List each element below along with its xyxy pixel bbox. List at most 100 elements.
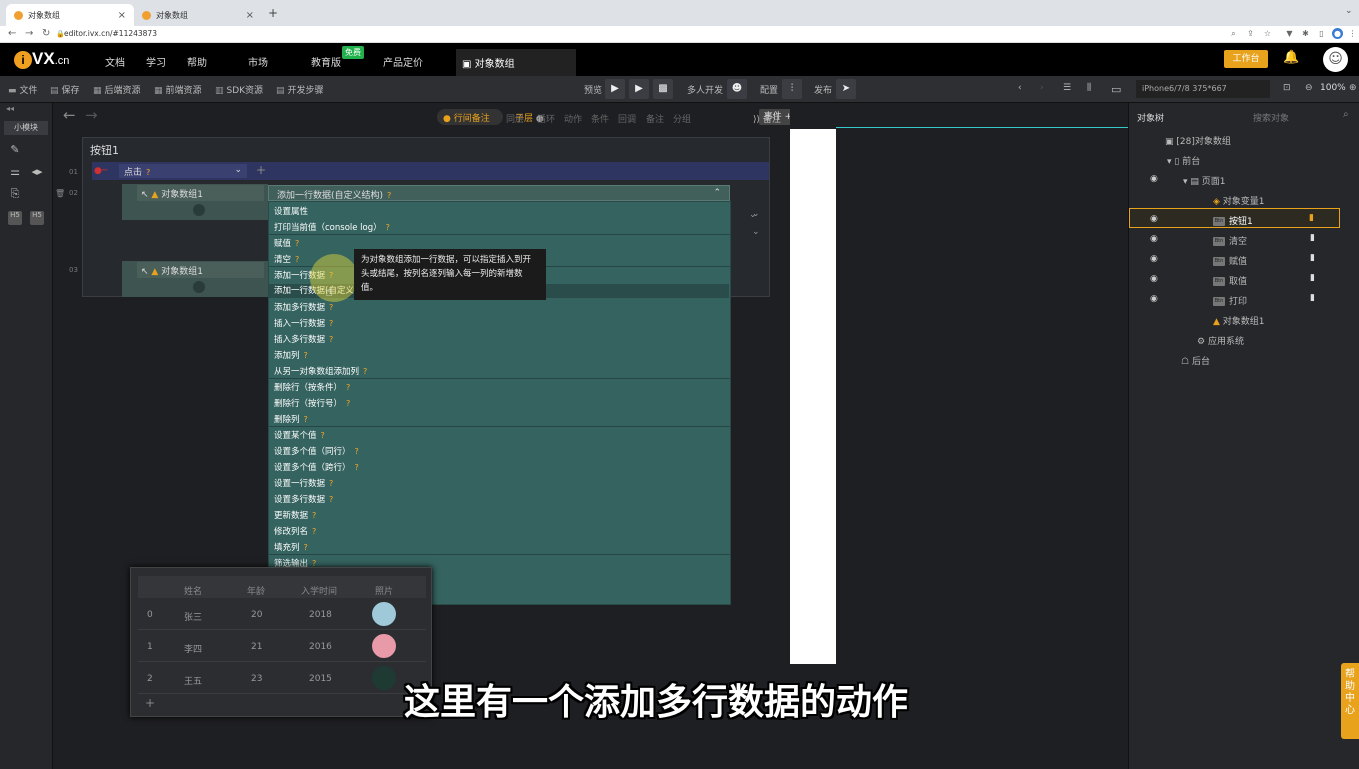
- same-layer-button[interactable]: 同层: [506, 112, 524, 125]
- action-button[interactable]: 动作: [564, 112, 582, 125]
- chevron-right-icon[interactable]: ›: [1040, 83, 1044, 93]
- dropdown-item[interactable]: 添加列?: [274, 349, 308, 361]
- tree-system[interactable]: ⚙ 应用系统: [1197, 334, 1244, 347]
- tab-object-tree[interactable]: 对象树: [1137, 111, 1164, 124]
- zoom-out-icon[interactable]: ⊖: [1305, 83, 1313, 93]
- eye-icon[interactable]: ◉: [1150, 214, 1158, 224]
- dropdown-item[interactable]: 清空?: [274, 253, 299, 265]
- device-canvas[interactable]: [790, 129, 836, 664]
- help-icon[interactable]: ?: [346, 399, 350, 408]
- notes-toggle[interactable]: ⟩⟩ 备注: [753, 112, 781, 125]
- url-field[interactable]: editor.ivx.cn/#11243873: [64, 28, 157, 40]
- bell-icon[interactable]: 🔔: [1283, 50, 1299, 66]
- callback-button[interactable]: 回调: [618, 112, 636, 125]
- help-icon[interactable]: ?: [387, 191, 391, 200]
- help-icon[interactable]: ?: [295, 255, 299, 264]
- play-icon[interactable]: ▶: [605, 79, 625, 99]
- eye-icon[interactable]: ◉: [1150, 294, 1158, 304]
- help-icon[interactable]: ?: [304, 351, 308, 360]
- close-icon[interactable]: ×: [118, 10, 126, 21]
- help-icon[interactable]: ?: [312, 511, 316, 520]
- dropdown-item[interactable]: 设置某个值?: [274, 429, 325, 441]
- undo-icon[interactable]: ←: [63, 106, 76, 124]
- dropdown-item[interactable]: 填充列?: [274, 541, 308, 553]
- sliders-icon[interactable]: ⫶: [782, 79, 802, 99]
- align-icon[interactable]: ☰: [1063, 83, 1071, 93]
- dropdown-item[interactable]: 修改列名?: [274, 525, 316, 537]
- user-icon[interactable]: ☻: [727, 79, 747, 99]
- line-note-toggle[interactable]: ● 行间备注: [437, 109, 503, 125]
- tree-front[interactable]: ▾ ▯ 前台: [1167, 154, 1200, 167]
- eye-icon[interactable]: ◉: [1150, 254, 1158, 264]
- frontend-resources[interactable]: ▦ 前端资源: [154, 83, 202, 96]
- tree-backend[interactable]: ☖ 后台: [1181, 354, 1210, 367]
- h5-icon[interactable]: H5: [30, 211, 44, 225]
- back-icon[interactable]: ←: [8, 26, 16, 42]
- help-icon[interactable]: ?: [295, 239, 299, 248]
- edit-icon[interactable]: ✎: [8, 143, 22, 157]
- dropdown-item[interactable]: 删除列?: [274, 413, 308, 425]
- workbench-button[interactable]: 工作台: [1224, 50, 1268, 68]
- fit-icon[interactable]: ⊡: [1283, 83, 1291, 93]
- dropdown-item[interactable]: 添加多行数据?: [274, 301, 333, 313]
- sidebar-icon[interactable]: ▯: [1316, 28, 1327, 39]
- nav-market[interactable]: 市场: [248, 54, 268, 69]
- sdk-resources[interactable]: ▥ SDK资源: [215, 83, 263, 96]
- nav-education[interactable]: 教育版: [311, 54, 341, 69]
- menu-icon[interactable]: ⋮: [1347, 28, 1358, 39]
- dropdown-item[interactable]: 设置多个值（同行）?: [274, 445, 359, 457]
- redo-icon[interactable]: →: [85, 106, 98, 124]
- backend-resources[interactable]: ▦ 后端资源: [93, 83, 141, 96]
- help-icon[interactable]: ?: [329, 335, 333, 344]
- add-icon[interactable]: +: [256, 163, 266, 177]
- condition-button[interactable]: 条件: [591, 112, 609, 125]
- help-icon[interactable]: ?: [355, 447, 359, 456]
- dropdown-item[interactable]: 插入多行数据?: [274, 333, 333, 345]
- event-flag-icon[interactable]: ▮: [1310, 273, 1315, 283]
- help-icon[interactable]: ?: [321, 431, 325, 440]
- forward-icon[interactable]: →: [25, 26, 33, 42]
- help-icon[interactable]: ?: [304, 543, 308, 552]
- eye-icon[interactable]: ◉: [1150, 274, 1158, 284]
- tree-page[interactable]: ▾ ▤ 页面1: [1183, 174, 1226, 187]
- dropdown-item[interactable]: 赋值?: [274, 237, 299, 249]
- file-menu[interactable]: ▬ 文件: [8, 83, 38, 96]
- zoom-icon[interactable]: ⌕: [1228, 28, 1239, 39]
- dropdown-item[interactable]: 删除行（按条件）?: [274, 381, 350, 393]
- trash-icon[interactable]: 🗑: [55, 189, 65, 198]
- ivx-logo[interactable]: i VX.cn: [14, 49, 69, 69]
- dropdown-item[interactable]: 打印当前值（console log）?: [274, 221, 390, 233]
- help-icon[interactable]: ?: [386, 223, 390, 232]
- browser-tab-1[interactable]: 对象数组 ×: [6, 4, 134, 26]
- browser-tab-2[interactable]: 对象数组 ×: [134, 4, 262, 26]
- comment-button[interactable]: 备注: [646, 112, 664, 125]
- device-select[interactable]: iPhone6/7/8 375*667: [1136, 80, 1270, 98]
- tree-root[interactable]: ▣ [28]对象数组: [1165, 134, 1231, 147]
- star-icon[interactable]: ☆: [1262, 28, 1273, 39]
- dropdown-item[interactable]: 设置属性: [274, 205, 308, 217]
- nav-learn[interactable]: 学习: [146, 54, 166, 69]
- expand-dot[interactable]: [193, 204, 205, 216]
- event-flag-icon[interactable]: ▮: [1310, 233, 1315, 243]
- help-icon[interactable]: ?: [329, 319, 333, 328]
- search-object-input[interactable]: 搜索对象: [1253, 111, 1289, 124]
- tree-get[interactable]: Btn 取值: [1213, 274, 1247, 287]
- help-center-tab[interactable]: 帮助中心: [1341, 663, 1359, 739]
- object-select[interactable]: ↖ ▲ 对象数组1: [137, 185, 264, 201]
- arrows-icon[interactable]: ◂▸: [30, 165, 44, 179]
- dropdown-item[interactable]: 插入一行数据?: [274, 317, 333, 329]
- help-icon[interactable]: ?: [329, 479, 333, 488]
- help-icon[interactable]: ?: [346, 383, 350, 392]
- tree-clear[interactable]: Btn 清空: [1213, 234, 1247, 247]
- close-icon[interactable]: ×: [246, 10, 254, 21]
- help-icon[interactable]: ?: [146, 168, 150, 177]
- help-icon[interactable]: ?: [355, 463, 359, 472]
- chevron-down-icon[interactable]: ⌄: [1345, 6, 1353, 16]
- dropdown-item[interactable]: 设置多个值（跨行）?: [274, 461, 359, 473]
- qrcode-icon[interactable]: ▩: [653, 79, 673, 99]
- dropdown-item[interactable]: 从另一对象数组添加列?: [274, 365, 367, 377]
- event-flag-icon[interactable]: ▮: [1310, 293, 1315, 303]
- help-icon[interactable]: ?: [312, 527, 316, 536]
- event-flag-icon[interactable]: ▮: [1309, 213, 1314, 223]
- chevron-down-icon[interactable]: ⌄: [752, 209, 760, 219]
